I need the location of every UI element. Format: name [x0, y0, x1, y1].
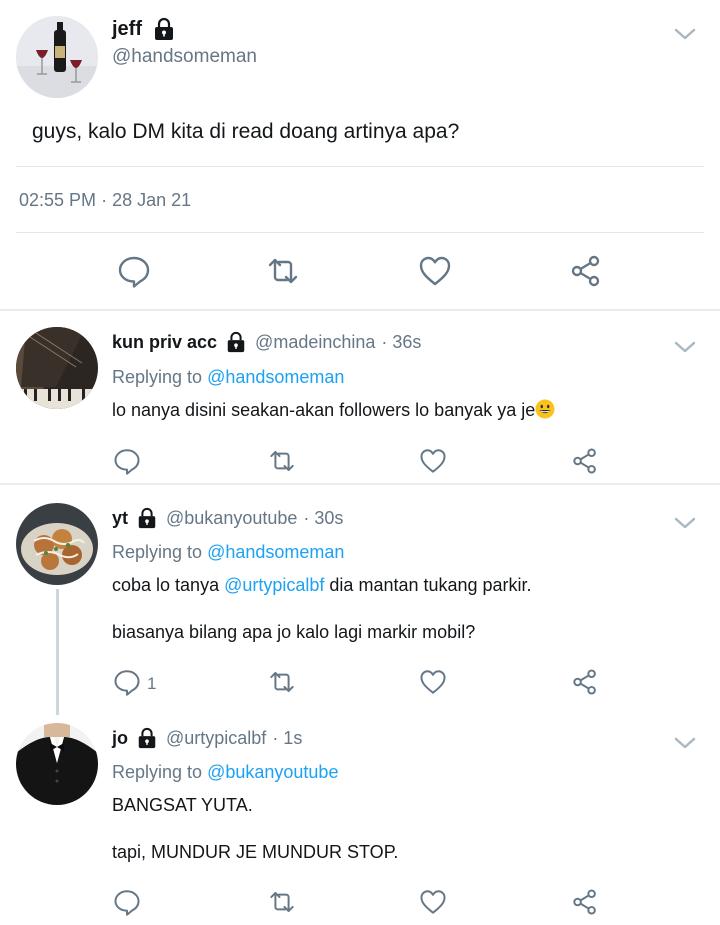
chevron-down-icon[interactable]: [673, 335, 697, 359]
divider: [16, 166, 704, 167]
reply-text: lo nanya disini seakan-akan followers lo…: [112, 399, 555, 421]
reply-text-line: coba lo tanya @urtypicalbf dia mantan tu…: [112, 575, 532, 596]
avatar-piano-image: [16, 327, 98, 409]
reply-tweet[interactable]: yt @bukanyoutube · 30s Replying to @hand…: [0, 485, 720, 715]
avatar[interactable]: [16, 16, 98, 98]
reply-header: jo @urtypicalbf · 1s: [112, 727, 302, 749]
reply-count: 1: [147, 674, 157, 693]
replying-to: Replying to @handsomeman: [112, 542, 344, 563]
avatar[interactable]: [16, 327, 98, 409]
lock-icon: [155, 17, 173, 40]
grinning-face-icon: [535, 399, 555, 419]
reply-tweet[interactable]: kun priv acc @madeinchina · 36s Replying…: [0, 311, 720, 483]
reply-tweet[interactable]: jo @urtypicalbf · 1s Replying to @bukany…: [0, 705, 720, 925]
avatar-wine-image: [16, 16, 98, 98]
replying-to-link[interactable]: @handsomeman: [207, 542, 344, 562]
chevron-down-icon[interactable]: [673, 731, 697, 755]
share-icon[interactable]: [571, 888, 599, 916]
share-icon[interactable]: [569, 254, 603, 288]
heart-icon[interactable]: [419, 447, 447, 475]
author-name[interactable]: kun priv acc: [112, 332, 217, 353]
reply-header: yt @bukanyoutube · 30s: [112, 507, 343, 529]
author-handle[interactable]: @bukanyoutube: [166, 508, 297, 529]
retweet-icon[interactable]: [268, 447, 296, 475]
author-handle[interactable]: @urtypicalbf: [166, 728, 266, 749]
author-handle[interactable]: @madeinchina: [255, 332, 375, 353]
reply-text-part: dia mantan tukang parkir.: [329, 575, 532, 595]
author-name-row[interactable]: jeff: [112, 17, 176, 41]
author-name[interactable]: jeff: [112, 18, 142, 41]
chevron-down-icon[interactable]: [673, 22, 697, 46]
avatar-suit-image: [16, 723, 98, 805]
reply-icon[interactable]: [113, 447, 141, 475]
lock-icon: [227, 331, 245, 353]
share-icon[interactable]: [571, 668, 599, 696]
reply-icon[interactable]: [117, 254, 151, 288]
author-name[interactable]: jo: [112, 728, 128, 749]
reply-icon[interactable]: [113, 668, 141, 696]
reply-text-line: BANGSAT YUTA.: [112, 795, 253, 815]
author-name[interactable]: yt: [112, 508, 128, 529]
lock-icon: [138, 507, 156, 529]
replying-prefix: Replying to: [112, 367, 203, 387]
retweet-icon[interactable]: [266, 254, 300, 288]
reply-text-line: biasanya bilang apa jo kalo lagi markir …: [112, 622, 476, 642]
chevron-down-icon[interactable]: [673, 511, 697, 535]
reply-header: kun priv acc @madeinchina · 36s: [112, 331, 421, 353]
heart-icon[interactable]: [419, 888, 447, 916]
avatar[interactable]: [16, 723, 98, 805]
replying-prefix: Replying to: [112, 762, 203, 782]
tweet-text: guys, kalo DM kita di read doang artinya…: [32, 120, 460, 143]
reply-age: · 30s: [303, 507, 344, 528]
thread-connector: [56, 589, 59, 715]
divider: [16, 232, 704, 233]
replying-to-link[interactable]: @handsomeman: [207, 367, 344, 387]
reply-text-line: tapi, MUNDUR JE MUNDUR STOP.: [112, 842, 399, 862]
author-handle[interactable]: @handsomeman: [112, 46, 257, 68]
heart-icon[interactable]: [419, 668, 447, 696]
avatar-food-image: [16, 503, 98, 585]
mention-link[interactable]: @urtypicalbf: [224, 575, 324, 595]
reply-text-body: lo nanya disini seakan-akan followers lo…: [112, 400, 536, 420]
share-icon[interactable]: [571, 447, 599, 475]
replying-to-link[interactable]: @bukanyoutube: [207, 762, 338, 782]
reply-icon[interactable]: [113, 888, 141, 916]
avatar[interactable]: [16, 503, 98, 585]
heart-icon[interactable]: [418, 254, 452, 288]
meta-separator: ·: [101, 190, 108, 210]
replying-prefix: Replying to: [112, 542, 203, 562]
replying-to: Replying to @bukanyoutube: [112, 762, 338, 783]
replying-to: Replying to @handsomeman: [112, 367, 344, 388]
reply-age: · 36s: [381, 331, 422, 352]
retweet-icon[interactable]: [268, 888, 296, 916]
tweet-timestamp: 02:55 PM · 28 Jan 21: [19, 190, 191, 211]
retweet-icon[interactable]: [268, 668, 296, 696]
tweet-date: 28 Jan 21: [112, 190, 192, 210]
main-tweet: jeff @handsomeman guys, kalo DM kita di …: [0, 0, 720, 310]
lock-icon: [138, 727, 156, 749]
reply-text-part: coba lo tanya: [112, 575, 220, 595]
reply-age: · 1s: [272, 727, 303, 748]
tweet-time: 02:55 PM: [19, 190, 97, 210]
